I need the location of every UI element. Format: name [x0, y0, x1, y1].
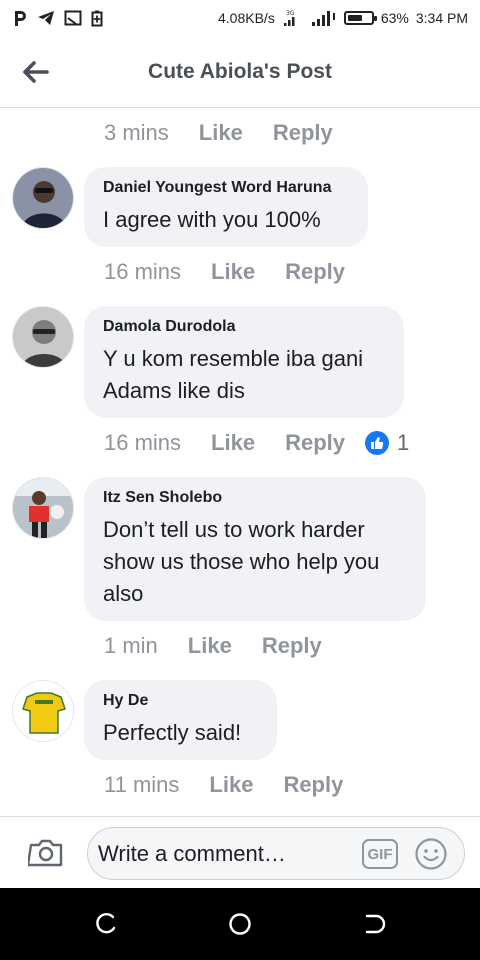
comment-composer: GIF	[0, 816, 480, 888]
comment-time: 11 mins	[104, 772, 180, 797]
status-left-icons	[12, 9, 103, 27]
reaction-summary[interactable]: 1	[365, 430, 409, 456]
reply-button[interactable]: Reply	[273, 120, 333, 146]
page-title: Cute Abiola's Post	[148, 59, 332, 83]
smiley-icon[interactable]	[414, 837, 448, 871]
comment-bubble: Daniel Youngest Word Haruna I agree with…	[84, 167, 368, 247]
avatar[interactable]	[12, 306, 74, 368]
reply-button[interactable]: Reply	[285, 430, 345, 456]
comment-time: 16 mins	[104, 259, 182, 284]
system-nav-bar	[0, 888, 480, 960]
back-nav-button[interactable]	[360, 910, 388, 938]
back-button[interactable]	[18, 54, 54, 90]
battery-fill	[347, 15, 362, 21]
comment-meta-row: 16 mins Like Reply 1	[104, 430, 409, 456]
comment-input-box[interactable]: GIF	[87, 827, 465, 880]
comment-bubble: Hy De Perfectly said!	[84, 680, 277, 760]
reaction-count: 1	[397, 430, 410, 455]
reply-button[interactable]: Reply	[285, 259, 345, 285]
gif-button[interactable]: GIF	[362, 839, 398, 869]
signal-icon	[311, 9, 337, 27]
thumbs-up-icon	[365, 431, 389, 455]
comment-text: Perfectly said!	[103, 720, 242, 745]
avatar[interactable]	[12, 477, 74, 539]
comment-item: Damola Durodola Y u kom resemble iba gan…	[12, 306, 472, 418]
comment-time: 1 min	[104, 633, 158, 658]
reply-button[interactable]: Reply	[283, 772, 343, 798]
battery-percent: 63%	[380, 10, 409, 26]
clock: 3:34 PM	[415, 10, 468, 26]
network-type: 3G	[286, 10, 295, 17]
comment-item: Daniel Youngest Word Haruna I agree with…	[12, 167, 472, 247]
like-button[interactable]: Like	[199, 120, 243, 146]
comment-time: 3 mins	[104, 120, 169, 145]
comment-meta-row: 3 mins Like Reply	[104, 120, 333, 146]
home-icon	[229, 913, 251, 935]
comment-text: Don’t tell us to work harder show us tho…	[103, 517, 380, 606]
camera-button[interactable]	[26, 833, 66, 873]
recents-icon	[96, 912, 116, 934]
comment-item: Hy De Perfectly said!	[12, 680, 472, 760]
avatar[interactable]	[12, 167, 74, 229]
like-button[interactable]: Like	[209, 772, 253, 798]
home-button[interactable]	[226, 910, 254, 938]
network-speed: 4.08KB/s	[218, 10, 275, 26]
arrow-left-icon	[23, 61, 49, 83]
avatar[interactable]	[12, 680, 74, 742]
comment-time: 16 mins	[104, 430, 182, 455]
cast-icon	[64, 10, 82, 26]
comment-bubble: Itz Sen Sholebo Don’t tell us to work ha…	[84, 477, 426, 621]
comment-meta-row: 16 mins Like Reply	[104, 259, 345, 285]
telegram-icon	[37, 10, 55, 26]
comments-feed[interactable]: 3 mins Like Reply Daniel Youngest Word H…	[0, 108, 480, 816]
comment-author[interactable]: Damola Durodola	[103, 318, 384, 336]
comment-meta-row: 1 min Like Reply	[104, 633, 322, 659]
reply-button[interactable]: Reply	[262, 633, 322, 659]
back-icon	[365, 914, 386, 934]
battery-icon	[343, 11, 377, 25]
comment-author[interactable]: Itz Sen Sholebo	[103, 489, 406, 507]
comment-input[interactable]	[98, 840, 348, 867]
comment-meta-row: 11 mins Like Reply	[104, 772, 343, 798]
camera-icon	[28, 839, 63, 867]
battery-saver-icon	[91, 10, 103, 27]
recents-button[interactable]	[92, 910, 120, 938]
network-3g-icon: 3G	[282, 9, 304, 27]
like-button[interactable]: Like	[188, 633, 232, 659]
comment-author[interactable]: Daniel Youngest Word Haruna	[103, 179, 348, 197]
comment-bubble: Damola Durodola Y u kom resemble iba gan…	[84, 306, 404, 418]
comment-author[interactable]: Hy De	[103, 692, 257, 710]
status-bar: 4.08KB/s 3G 63% 3:34 PM	[0, 0, 480, 36]
like-button[interactable]: Like	[211, 259, 255, 285]
comment-text: I agree with you 100%	[103, 207, 321, 232]
post-header: Cute Abiola's Post	[0, 36, 480, 108]
comment-item: Itz Sen Sholebo Don’t tell us to work ha…	[12, 477, 472, 621]
status-right-info: 4.08KB/s 3G 63% 3:34 PM	[218, 9, 468, 27]
comment-text: Y u kom resemble iba gani Adams like dis	[103, 346, 364, 403]
like-button[interactable]: Like	[211, 430, 255, 456]
p-app-icon	[12, 9, 28, 27]
